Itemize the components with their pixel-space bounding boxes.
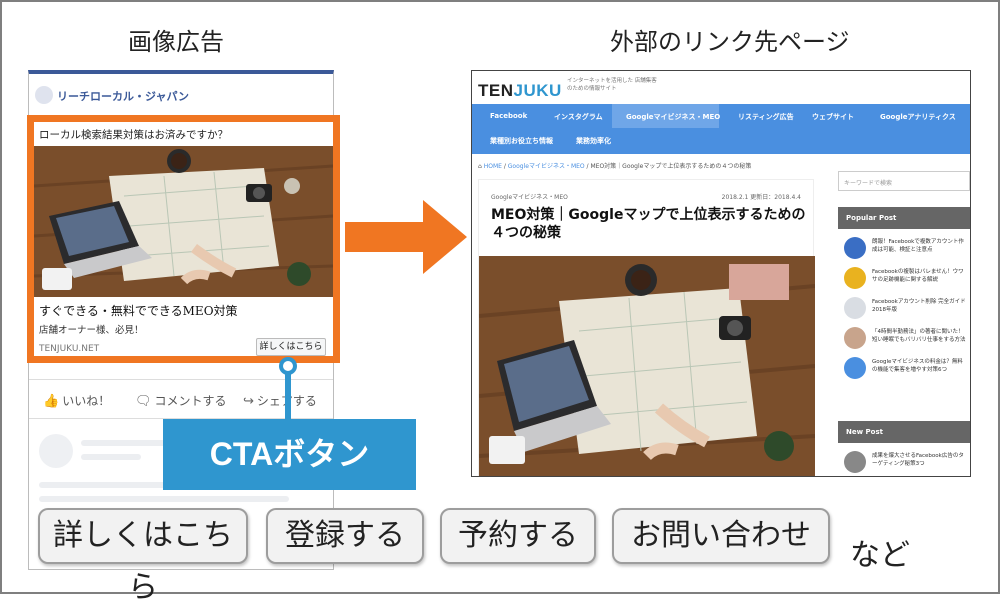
logo-text-b: JUKU	[513, 81, 562, 100]
image-ad-highlight: ローカル検索結果対策はお済みですか？ すぐできる・無料でできるMEO対策 店舗オ…	[27, 115, 340, 363]
placeholder-avatar	[39, 434, 73, 468]
nav-item-efficiency[interactable]: 業務効率化	[576, 136, 611, 146]
post-title: 「4時間半勤務法」の著者に聞いた！短い睡眠でもバリバリ仕事をする方法	[872, 329, 966, 343]
popular-post-item[interactable]: 「4時間半勤務法」の著者に聞いた！短い睡眠でもバリバリ仕事をする方法	[844, 327, 966, 353]
placeholder-line	[81, 440, 171, 446]
thumbs-up-icon: 👍	[43, 394, 60, 409]
cta-example-register: 登録する	[266, 508, 424, 564]
comment-icon: 🗨	[135, 394, 152, 409]
post-thumbnail	[844, 327, 866, 349]
article-category[interactable]: Googleマイビジネス・MEO	[491, 192, 568, 201]
nav-item-listing[interactable]: リスティング広告	[738, 112, 794, 122]
post-thumbnail	[844, 357, 866, 379]
new-post-heading: New Post	[838, 421, 970, 443]
post-thumbnail	[844, 451, 866, 473]
landing-page-mock: TENJUKU インターネットを活用した 店舗集客のための情報サイト Faceb…	[471, 70, 971, 477]
breadcrumb-home[interactable]: HOME	[484, 163, 502, 170]
ad-question: ローカル検索結果対策はお済みですか？	[39, 129, 228, 141]
like-label: いいね！	[62, 394, 111, 408]
trailing-text: など	[850, 538, 910, 573]
comment-button[interactable]: 🗨 コメントする	[135, 392, 227, 409]
cta-callout-label: CTAボタン	[163, 419, 416, 490]
post-title: Facebookアカウント削除 完全ガイド2018年版	[872, 299, 966, 313]
ad-title: すぐできる・無料でできるMEO対策	[39, 304, 238, 318]
article-date: 2018.2.1 更新日：2018.4.4	[721, 194, 801, 201]
comment-label: コメントする	[154, 394, 227, 408]
popular-post-item[interactable]: Facebookアカウント削除 完全ガイド2018年版	[844, 297, 966, 323]
right-heading: 外部のリンク先ページ	[610, 28, 850, 56]
logo-text-a: TEN	[478, 81, 514, 100]
article-title: MEO対策｜Googleマップで上位表示するための４つの秘策	[491, 207, 806, 241]
ad-domain: TENJUKU.NET	[39, 344, 100, 354]
nav-item-facebook[interactable]: Facebook	[490, 112, 527, 120]
popular-post-item[interactable]: 朗報！Facebookで複数アカウント作成は可能、検証と注意点	[844, 237, 966, 263]
share-button[interactable]: ↪シェアする	[243, 392, 317, 409]
breadcrumb-current: MEO対策｜Googleマップで上位表示するための４つの秘策	[590, 163, 752, 170]
ad-subtitle: 店舗オーナー様、必見！	[39, 325, 144, 336]
article-image	[479, 256, 815, 476]
page-avatar	[35, 86, 53, 104]
post-title: 朗報！Facebookで複数アカウント作成は可能、検証と注意点	[872, 239, 964, 253]
sidebar-search-input[interactable]: キーワードで検索	[838, 171, 970, 191]
popular-post-item[interactable]: Googleマイビジネスの料金は？無料の機能で集客を増やす対策6つ	[844, 357, 966, 383]
placeholder-line	[39, 496, 289, 502]
ad-image[interactable]	[34, 146, 333, 297]
post-header: リーチローカル・ジャパン	[31, 82, 331, 110]
site-logo[interactable]: TENJUKU	[478, 81, 562, 101]
left-heading: 画像広告	[128, 28, 224, 56]
new-post-item[interactable]: 成果を爆大させるFacebook広告のターゲティング秘策3つ	[844, 451, 966, 476]
cta-example-contact: お問い合わせ	[612, 508, 830, 564]
breadcrumb: ⌂ HOME / Googleマイビジネス・MEO / MEO対策｜Google…	[478, 163, 752, 170]
site-nav: Facebook インスタグラム Googleマイビジネス・MEO リスティング…	[472, 104, 970, 154]
ad-cta-button[interactable]: 詳しくはこちら	[256, 338, 326, 356]
breadcrumb-category[interactable]: Googleマイビジネス・MEO	[508, 163, 585, 170]
nav-item-instagram[interactable]: インスタグラム	[554, 112, 603, 122]
post-title: Googleマイビジネスの料金は？無料の機能で集客を増やす対策6つ	[872, 359, 963, 373]
desk-photo	[479, 256, 815, 476]
nav-item-industry[interactable]: 業種別お役立ち情報	[490, 136, 553, 146]
page-name[interactable]: リーチローカル・ジャパン	[57, 88, 189, 104]
post-title: 成果を爆大させるFacebook広告のターゲティング秘策3つ	[872, 453, 964, 467]
desk-photo	[34, 146, 333, 297]
right-arrow-icon	[345, 200, 467, 279]
cta-example-details: 詳しくはこちら	[38, 508, 248, 605]
nav-item-analytics[interactable]: Googleアナリティクス	[880, 112, 956, 122]
post-thumbnail	[844, 297, 866, 319]
site-tagline: インターネットを活用した 店舗集客のための情報サイト	[567, 78, 657, 92]
home-icon: ⌂	[478, 163, 482, 170]
nav-item-gmb[interactable]: Googleマイビジネス・MEO	[626, 112, 720, 122]
cta-example-reserve: 予約する	[440, 508, 596, 564]
like-button[interactable]: 👍 いいね！	[43, 392, 110, 409]
popular-post-item[interactable]: Facebookの複製はバレません！ウワサの足跡機能に関する解説	[844, 267, 966, 293]
popular-post-heading: Popular Post	[838, 207, 970, 229]
article: Googleマイビジネス・MEO 2018.2.1 更新日：2018.4.4 M…	[478, 179, 815, 476]
sidebar: キーワードで検索 Popular Post 朗報！Facebookで複数アカウン…	[838, 171, 970, 473]
callout-dot	[279, 357, 297, 375]
nav-item-website[interactable]: ウェブサイト	[812, 112, 854, 122]
post-title: Facebookの複製はバレません！ウワサの足跡機能に関する解説	[872, 269, 964, 283]
share-icon: ↪	[243, 394, 254, 409]
post-thumbnail	[844, 237, 866, 259]
post-thumbnail	[844, 267, 866, 289]
placeholder-line	[81, 454, 141, 460]
